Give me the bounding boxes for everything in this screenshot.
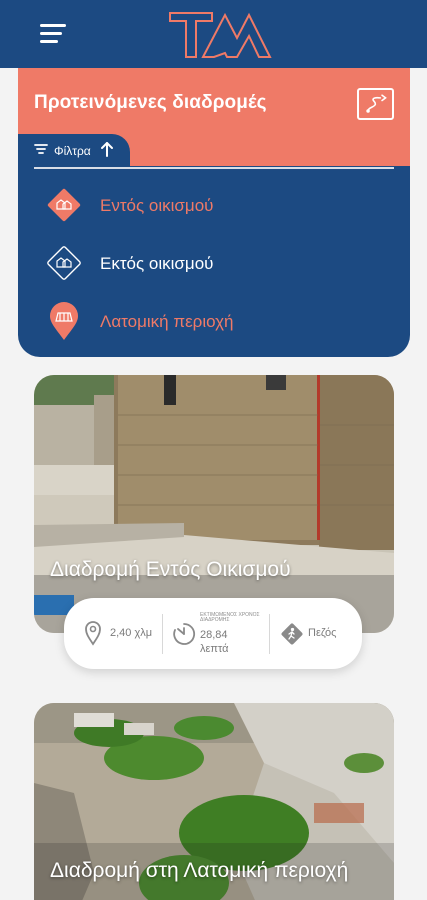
time-caption: ΕΚΤΙΜΩΜΕΝΟΣ ΧΡΟΝΟΣ ΔΙΑΔΡΟΜΗΣ [200,612,260,623]
walking-person-icon [281,623,303,645]
route-map-icon[interactable] [357,88,394,120]
filter-option-label: Εκτός οικισμού [100,254,214,273]
panel-header: Προτεινόμενες διαδρομές Φίλτρα [18,68,410,166]
tm-logo-icon[interactable] [167,10,273,60]
filter-option-label: Εντός οικισμού [100,196,214,215]
house-outline-diamond-icon [47,246,81,280]
info-separator [162,614,163,654]
stone-church-photo [34,375,394,633]
panel-title: Προτεινόμενες διαδρομές [34,92,267,113]
info-separator [269,614,270,654]
route-info-pill: 2,40 χλμ ΕΚΤΙΜΩΜΕΝΟΣ ΧΡΟΝΟΣ ΔΙΑΔΡΟΜΗΣ 28… [64,598,362,669]
filter-toggle-button[interactable]: Φίλτρα [18,134,130,166]
route-card-quarry-area[interactable]: Διαδρομή στη Λατομική περιοχή [34,703,394,900]
time-value: 28,84 λεπτά [200,629,229,655]
app-screen: Προτεινόμενες διαδρομές Φίλτρα Εντός οικ… [0,0,427,900]
routes-filter-panel: Προτεινόμενες διαδρομές Φίλτρα Εντός οικ… [18,68,410,357]
hamburger-menu-icon[interactable] [40,24,66,46]
filter-option-inside-village[interactable]: Εντός οικισμού [44,185,384,225]
card-title: Διαδρομή στη Λατομική περιοχή [50,859,349,882]
top-app-bar [0,0,427,68]
route-distance: 2,40 χλμ [110,627,153,639]
route-card-inside-village[interactable]: Διαδρομή Εντός Οικισμού [34,375,394,633]
filter-funnel-icon [34,144,48,154]
filter-option-outside-village[interactable]: Εκτός οικισμού [44,243,384,283]
card-title: Διαδρομή Εντός Οικισμού [50,558,291,581]
quarry-pin-icon [50,302,78,340]
filter-option-label: Λατομική περιοχή [100,312,234,331]
panel-divider [34,167,394,169]
filter-option-quarry-area[interactable]: Λατομική περιοχή [44,301,384,341]
travel-mode: Πεζός [308,627,337,639]
arrow-up-icon [101,142,113,157]
location-pin-icon [85,621,101,646]
filter-label: Φίλτρα [54,144,91,158]
village-house-diamond-icon [47,188,81,222]
timer-icon [173,623,196,645]
